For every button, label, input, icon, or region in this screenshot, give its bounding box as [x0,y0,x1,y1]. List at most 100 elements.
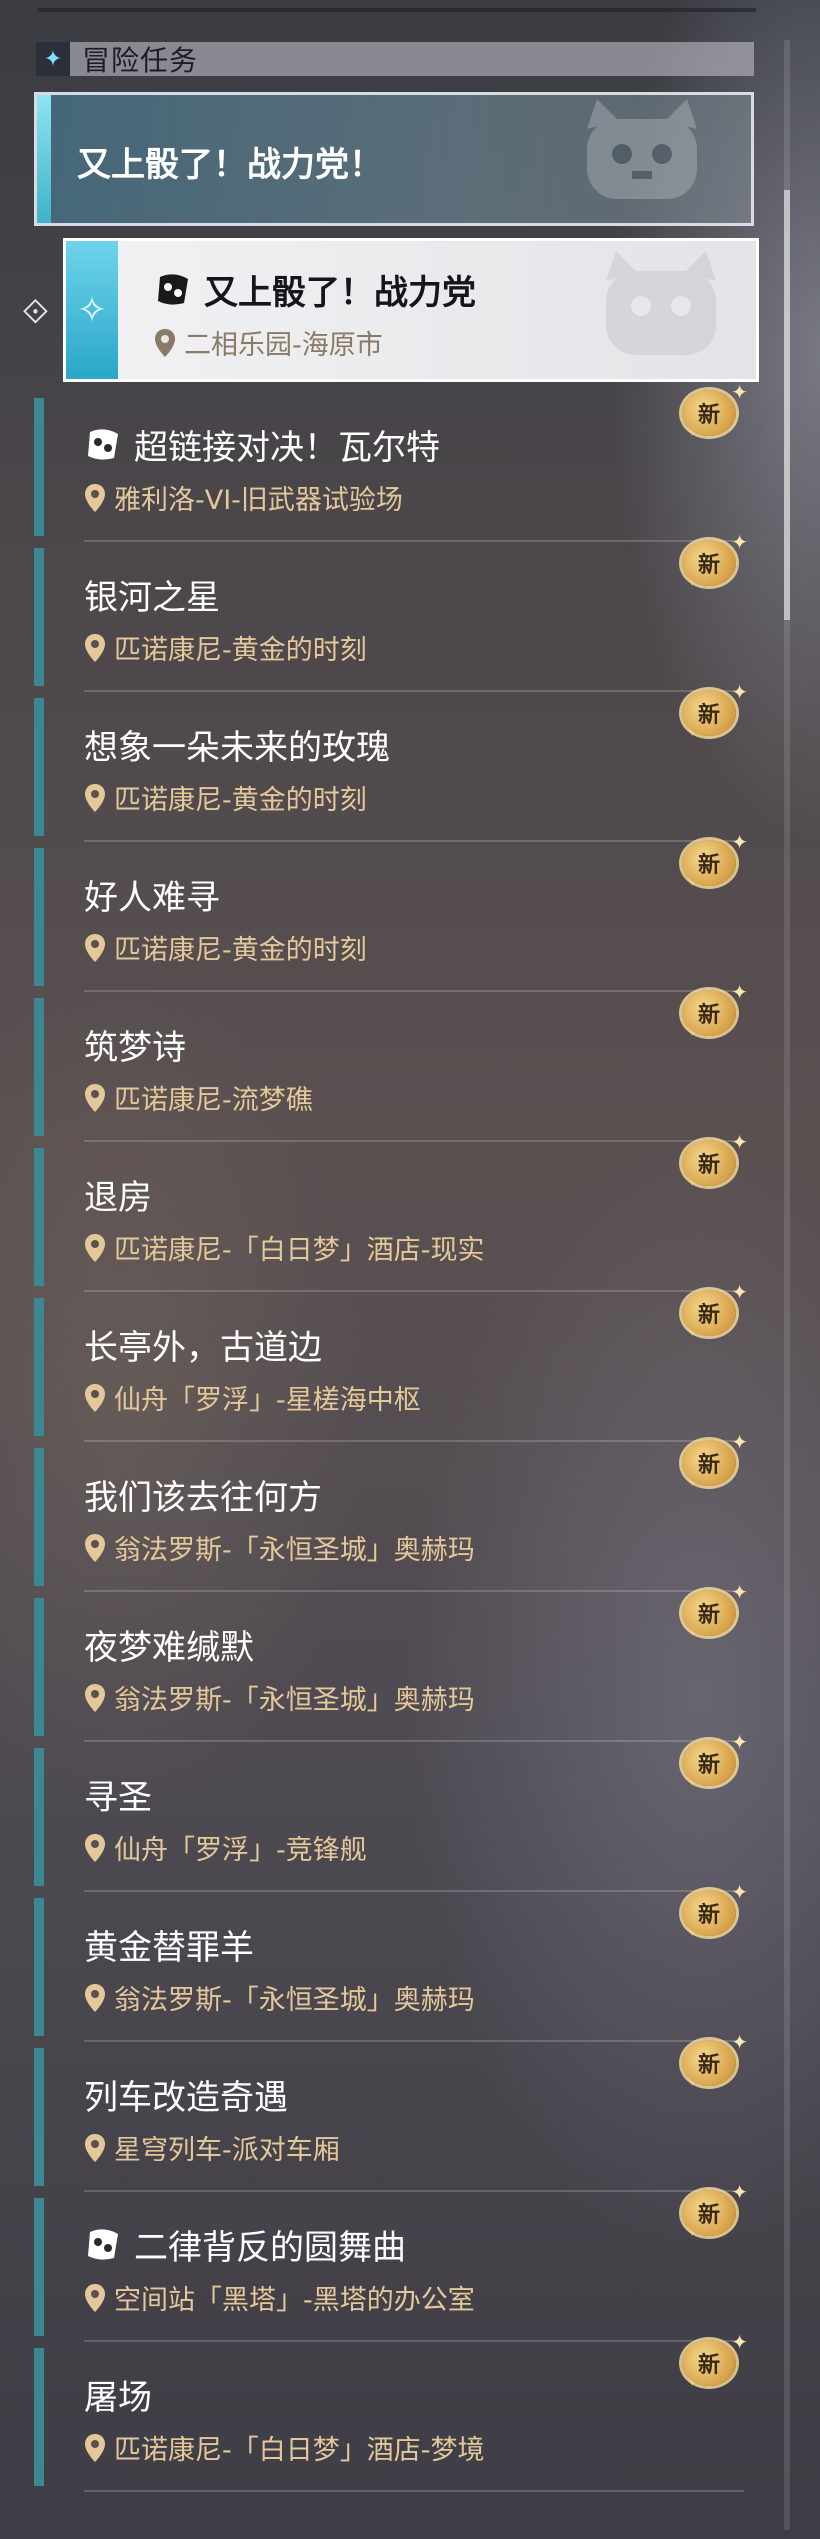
task-accent-bar [34,398,44,536]
task-item[interactable]: 二律背反的圆舞曲 空间站「黑塔」-黑塔的办公室 新 ✦ [34,2180,748,2342]
new-badge: 新 ✦ [682,680,748,742]
task-item[interactable]: 筑梦诗 匹诺康尼-流梦礁 新 ✦ [34,980,748,1142]
task-location: 二相乐园-海原市 [154,323,383,362]
task-title-text: 夜梦难缄默 [84,1628,254,1668]
task-item[interactable]: 退房 匹诺康尼-「白日梦」酒店-现实 新 ✦ [34,1130,748,1292]
task-item[interactable]: 夜梦难缄默 翁法罗斯-「永恒圣城」奥赫玛 新 ✦ [34,1580,748,1742]
task-accent-bar [34,2348,44,2486]
scrollbar[interactable] [784,40,790,2530]
task-location: 匹诺康尼-黄金的时刻 [84,778,367,817]
task-item[interactable]: 列车改造奇遇星穹列车-派对车厢 新 ✦ [34,2030,748,2192]
task-item[interactable]: 寻圣仙舟「罗浮」-竞锋舰 新 ✦ [34,1730,748,1892]
new-badge-label: 新 [682,1140,736,1186]
sparkle-icon: ✦ [36,42,70,76]
task-location: 翁法罗斯-「永恒圣城」奥赫玛 [84,1978,475,2017]
location-pin-icon [85,1833,105,1862]
task-title: 银河之星 [84,570,220,619]
task-item[interactable]: 黄金替罪羊翁法罗斯-「永恒圣城」奥赫玛 新 ✦ [34,1880,748,2042]
task-title-text: 二律背反的圆舞曲 [134,2228,406,2268]
task-title-text: 筑梦诗 [84,1028,186,1068]
new-badge: 新 ✦ [682,1880,748,1942]
new-badge-label: 新 [682,1290,736,1336]
sparkle-icon: ✦ [731,1880,748,1904]
task-title-text: 列车改造奇遇 [84,2078,288,2118]
task-item-selected[interactable]: ✧ 又上骰了！战力党 二相乐园-海原市 [63,238,759,382]
task-accent-bar [34,1448,44,1586]
task-location-text: 翁法罗斯-「永恒圣城」奥赫玛 [114,1535,475,1566]
new-badge-label: 新 [682,2190,736,2236]
task-accent-bar [34,548,44,686]
task-title: 又上骰了！战力党 [154,265,476,314]
sparkle-icon: ✦ [731,680,748,704]
row-divider [84,2490,744,2492]
sparkle-icon: ✦ [731,1730,748,1754]
group-title: 又上骰了！战力党！ [77,145,383,185]
new-badge-label: 新 [682,1890,736,1936]
new-badge: 新 ✦ [682,830,748,892]
new-badge: 新 ✦ [682,2030,748,2092]
task-title-text: 寻圣 [84,1778,152,1818]
section-header: ✦ 冒险任务 [36,42,754,77]
task-location-text: 匹诺康尼-黄金的时刻 [114,785,367,816]
location-pin-icon [85,1983,105,2012]
task-location: 匹诺康尼-黄金的时刻 [84,628,367,667]
task-location-text: 匹诺康尼-「白日梦」酒店-梦境 [114,2435,485,2466]
task-location: 匹诺康尼-黄金的时刻 [84,928,367,967]
dice-icon [88,2228,118,2260]
new-badge: 新 ✦ [682,1430,748,1492]
task-title: 超链接对决！瓦尔特 [84,420,440,469]
task-title: 我们该去往何方 [84,1470,322,1519]
sparkle-icon: ✦ [731,1580,748,1604]
task-accent-bar [34,998,44,1136]
location-pin-icon [85,483,105,512]
sparkle-icon: ✦ [731,830,748,854]
sparkle-icon: ✦ [731,1430,748,1454]
new-badge-label: 新 [682,390,736,436]
task-title-text: 超链接对决！瓦尔特 [134,428,440,468]
location-pin-icon [85,1383,105,1412]
location-pin-icon [85,2283,105,2312]
task-item[interactable]: 我们该去往何方翁法罗斯-「永恒圣城」奥赫玛 新 ✦ [34,1430,748,1592]
task-item[interactable]: 长亭外，古道边 仙舟「罗浮」-星槎海中枢 新 ✦ [34,1280,748,1442]
task-title: 黄金替罪羊 [84,1920,254,1969]
task-location-text: 翁法罗斯-「永恒圣城」奥赫玛 [114,1985,475,2016]
scrollbar-thumb[interactable] [784,190,790,620]
task-item[interactable]: 好人难寻匹诺康尼-黄金的时刻 新 ✦ [34,830,748,992]
task-title: 好人难寻 [84,870,220,919]
task-title: 退房 [84,1170,152,1219]
new-badge: 新 ✦ [682,1130,748,1192]
sparkle-icon: ✧ [66,241,118,379]
new-badge-label: 新 [682,990,736,1036]
task-item[interactable]: 想象一朵未来的玫瑰 匹诺康尼-黄金的时刻 新 ✦ [34,680,748,842]
new-badge-label: 新 [682,1740,736,1786]
quest-group-selected[interactable]: 又上骰了！战力党！ [34,92,754,226]
section-title: 冒险任务 [82,44,199,77]
task-title: 列车改造奇遇 [84,2070,288,2119]
new-badge-label: 新 [682,540,736,586]
task-location: 翁法罗斯-「永恒圣城」奥赫玛 [84,1678,475,1717]
selection-arrow-icon: ⟐ [22,292,49,332]
cat-emblem-icon [587,99,697,199]
task-location-text: 星穹列车-派对车厢 [114,2135,340,2166]
task-location: 仙舟「罗浮」-竞锋舰 [84,1828,367,1867]
group-accent-bar [37,95,51,223]
sparkle-icon: ✦ [731,530,748,554]
location-pin-icon [85,1083,105,1112]
task-accent-bar [34,2198,44,2336]
task-item[interactable]: 屠场 匹诺康尼-「白日梦」酒店-梦境 新 ✦ [34,2330,748,2492]
sparkle-icon: ✦ [731,1280,748,1304]
task-location-text: 雅利洛-VI-旧武器试验场 [114,485,403,516]
sparkle-icon: ✦ [731,380,748,404]
task-accent-bar [34,1598,44,1736]
task-accent-bar [34,1748,44,1886]
task-location-text: 仙舟「罗浮」-竞锋舰 [114,1835,367,1866]
sparkle-icon: ✦ [731,2030,748,2054]
new-badge: 新 ✦ [682,380,748,442]
task-item[interactable]: 银河之星匹诺康尼-黄金的时刻 新 ✦ [34,530,748,692]
task-item[interactable]: 超链接对决！瓦尔特雅利洛-VI-旧武器试验场 新 ✦ [34,380,748,542]
task-title: 筑梦诗 [84,1020,186,1069]
top-divider [38,8,756,12]
task-title: 夜梦难缄默 [84,1620,254,1669]
new-badge: 新 ✦ [682,2180,748,2242]
task-location: 匹诺康尼-「白日梦」酒店-梦境 [84,2428,485,2467]
